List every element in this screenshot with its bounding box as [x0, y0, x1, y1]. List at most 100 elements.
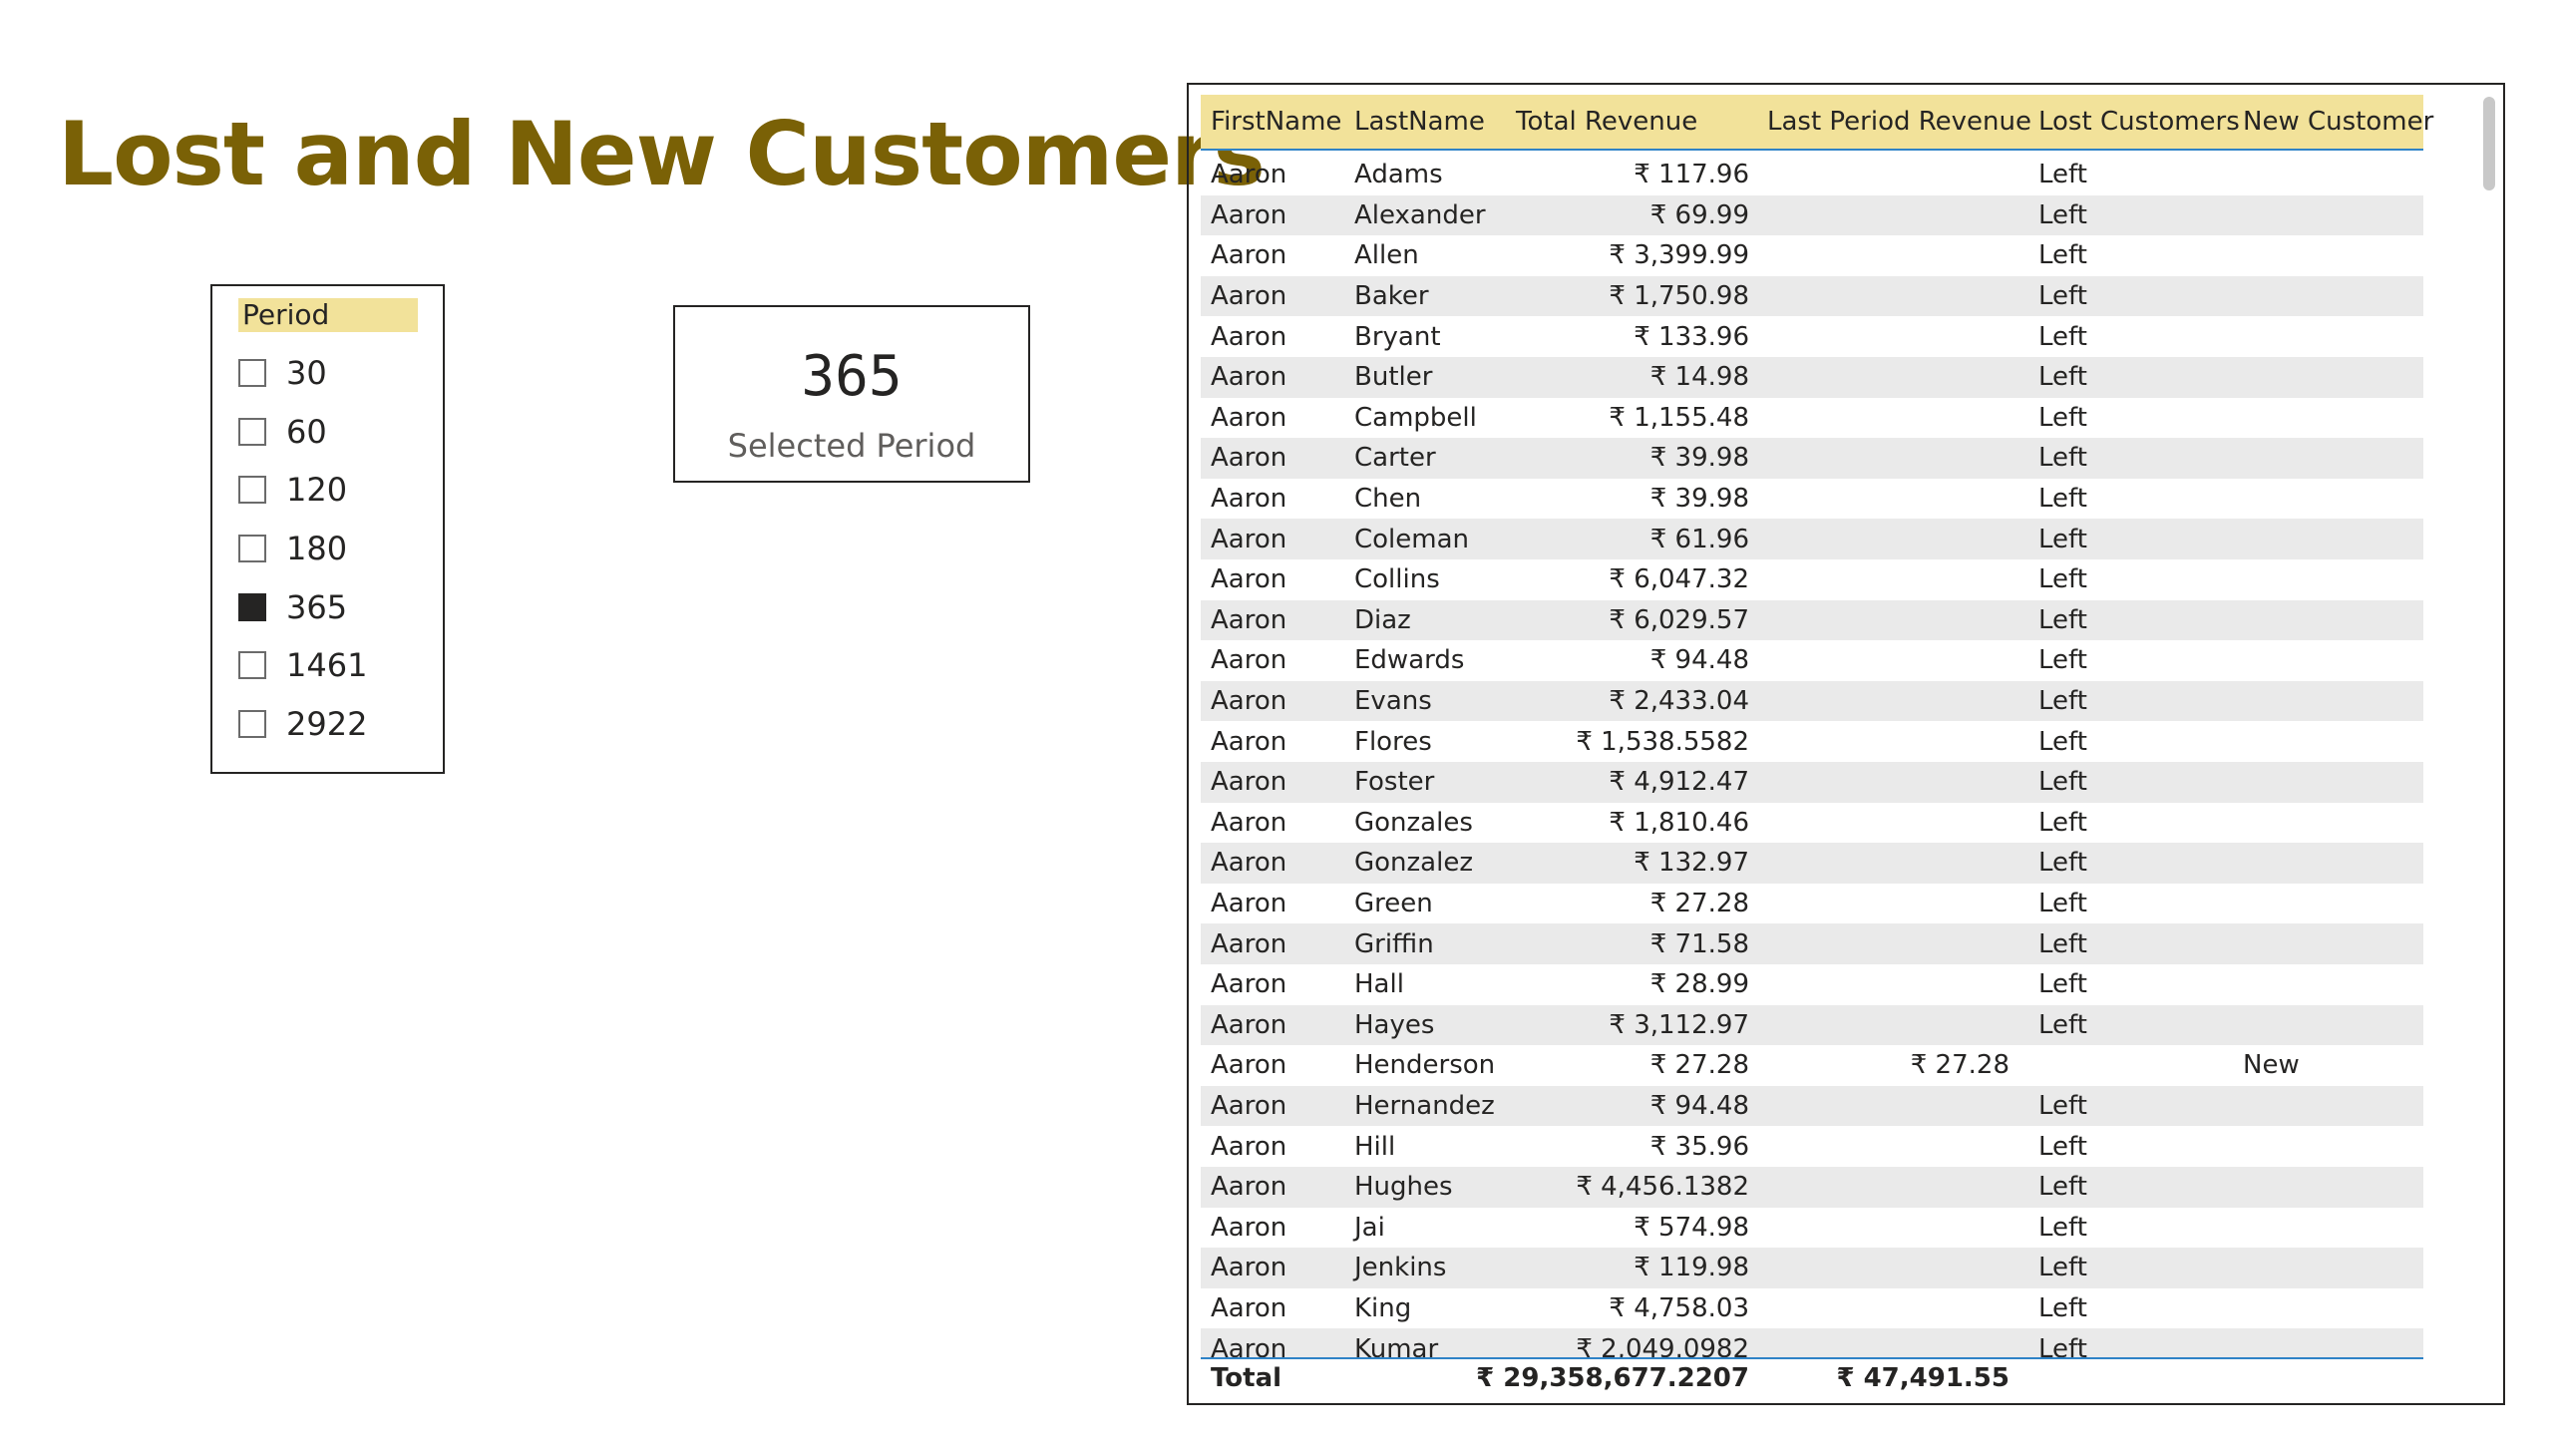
cell-lost-customers: Left [2038, 402, 2087, 433]
column-header-new-customer[interactable]: New Customer [2243, 95, 2433, 149]
cell-total-revenue: ₹ 119.98 [1634, 1253, 1749, 1283]
table-row[interactable]: Aaron Adams ₹ 117.96 Left [1201, 155, 2423, 195]
cell-lastname: Diaz [1354, 604, 1411, 635]
checkbox[interactable] [238, 709, 266, 738]
table-row[interactable]: Aaron Hughes ₹ 4,456.1382 Left [1201, 1167, 2423, 1208]
table-row[interactable]: Aaron Jenkins ₹ 119.98 Left [1201, 1248, 2423, 1288]
slicer-item-365[interactable]: 365 [238, 577, 367, 636]
checkbox[interactable] [238, 417, 266, 446]
cell-new-customer: New [2243, 1050, 2300, 1081]
cell-firstname: Aaron [1211, 889, 1287, 919]
checkbox[interactable] [238, 592, 266, 621]
table-row[interactable]: Aaron Foster ₹ 4,912.47 Left [1201, 762, 2423, 803]
cell-total-revenue: ₹ 39.98 [1649, 484, 1749, 515]
table-row[interactable]: Aaron Flores ₹ 1,538.5582 Left [1201, 721, 2423, 762]
cell-firstname: Aaron [1211, 807, 1287, 838]
slicer-item-60[interactable]: 60 [238, 403, 367, 462]
page-title: Lost and New Customers [58, 103, 1266, 205]
cell-total-revenue: ₹ 69.99 [1649, 199, 1749, 230]
cell-lastname: Campbell [1354, 402, 1477, 433]
scrollbar-thumb[interactable] [2483, 97, 2495, 190]
slicer-item-180[interactable]: 180 [238, 520, 367, 578]
table-row[interactable]: Aaron Campbell ₹ 1,155.48 Left [1201, 398, 2423, 439]
slicer-list: 30 60 120 180 365 1461 2922 [238, 344, 367, 753]
cell-lastname: Hayes [1354, 1009, 1435, 1040]
table-row[interactable]: Aaron Gonzales ₹ 1,810.46 Left [1201, 803, 2423, 844]
cell-total-revenue: ₹ 27.28 [1649, 1050, 1749, 1081]
slicer-item-30[interactable]: 30 [238, 344, 367, 403]
cell-total-revenue: ₹ 4,758.03 [1609, 1293, 1749, 1324]
table-row[interactable]: Aaron Alexander ₹ 69.99 Left [1201, 194, 2423, 236]
cell-total-revenue: ₹ 61.96 [1649, 524, 1749, 554]
column-header-lastname[interactable]: LastName [1354, 95, 1485, 149]
table-row[interactable]: Aaron Butler ₹ 14.98 Left [1201, 357, 2423, 398]
table-row[interactable]: Aaron Edwards ₹ 94.48 Left [1201, 640, 2423, 681]
table-row[interactable]: Aaron Hill ₹ 35.96 Left [1201, 1126, 2423, 1167]
table-row[interactable]: Aaron Green ₹ 27.28 Left [1201, 884, 2423, 924]
cell-lastname: Henderson [1354, 1050, 1496, 1081]
cell-firstname: Aaron [1211, 969, 1287, 1000]
table-row[interactable]: Aaron Coleman ₹ 61.96 Left [1201, 519, 2423, 559]
cell-lastname: Griffin [1354, 928, 1434, 959]
cell-total-revenue: ₹ 27.28 [1649, 889, 1749, 919]
cell-firstname: Aaron [1211, 1253, 1287, 1283]
cell-total-revenue: ₹ 39.98 [1649, 443, 1749, 474]
cell-total-revenue: ₹ 2,433.04 [1609, 686, 1749, 717]
checkbox[interactable] [238, 535, 266, 563]
column-header-total-revenue[interactable]: Total Revenue [1516, 95, 1697, 149]
cell-lost-customers: Left [2038, 160, 2087, 190]
cell-total-revenue: ₹ 1,155.48 [1609, 402, 1749, 433]
last-period-revenue-sum: ₹ 47,491.55 [1836, 1363, 2009, 1393]
table-row[interactable]: Aaron Hall ₹ 28.99 Left [1201, 964, 2423, 1005]
card-value: 365 [801, 344, 903, 409]
table-row[interactable]: Aaron Jai ₹ 574.98 Left [1201, 1208, 2423, 1249]
slicer-item-1461[interactable]: 1461 [238, 636, 367, 695]
checkbox[interactable] [238, 476, 266, 505]
cell-total-revenue: ₹ 94.48 [1649, 645, 1749, 676]
period-slicer: Period 30 60 120 180 365 1461 2922 [210, 284, 445, 774]
cell-total-revenue: ₹ 574.98 [1634, 1212, 1749, 1243]
cell-lost-customers: Left [2038, 240, 2087, 271]
cell-lastname: Jai [1354, 1212, 1385, 1243]
cell-firstname: Aaron [1211, 484, 1287, 515]
table-row[interactable]: Aaron Chen ₹ 39.98 Left [1201, 479, 2423, 520]
cell-firstname: Aaron [1211, 564, 1287, 595]
checkbox[interactable] [238, 359, 266, 388]
vertical-scrollbar[interactable] [2483, 97, 2495, 1353]
column-header-last-period-revenue[interactable]: Last Period Revenue [1767, 95, 2031, 149]
cell-lost-customers: Left [2038, 362, 2087, 393]
table-row[interactable]: Aaron Gonzalez ₹ 132.97 Left [1201, 843, 2423, 884]
cell-lost-customers: Left [2038, 928, 2087, 959]
table-row[interactable]: Aaron Hernandez ₹ 94.48 Left [1201, 1085, 2423, 1127]
slicer-item-2922[interactable]: 2922 [238, 695, 367, 754]
slicer-item-label: 30 [286, 354, 327, 393]
table-row[interactable]: Aaron Collins ₹ 6,047.32 Left [1201, 559, 2423, 600]
table-row[interactable]: Aaron Griffin ₹ 71.58 Left [1201, 923, 2423, 964]
table-row[interactable]: Aaron Bryant ₹ 133.96 Left [1201, 316, 2423, 357]
table-row[interactable]: Aaron King ₹ 4,758.03 Left [1201, 1288, 2423, 1329]
cell-lost-customers: Left [2038, 848, 2087, 879]
cell-total-revenue: ₹ 6,047.32 [1609, 564, 1749, 595]
cell-total-revenue: ₹ 132.97 [1634, 848, 1749, 879]
cell-lastname: Allen [1354, 240, 1419, 271]
table-row[interactable]: Aaron Allen ₹ 3,399.99 Left [1201, 235, 2423, 276]
table-row[interactable]: Aaron Evans ₹ 2,433.04 Left [1201, 680, 2423, 722]
table-row[interactable]: Aaron Diaz ₹ 6,029.57 Left [1201, 599, 2423, 641]
cell-lastname: Baker [1354, 281, 1429, 312]
slicer-item-120[interactable]: 120 [238, 461, 367, 520]
column-header-lost-customers[interactable]: Lost Customers [2038, 95, 2240, 149]
cell-lost-customers: Left [2038, 1212, 2087, 1243]
cell-firstname: Aaron [1211, 402, 1287, 433]
table-row[interactable]: Aaron Carter ₹ 39.98 Left [1201, 438, 2423, 479]
cell-total-revenue: ₹ 117.96 [1634, 160, 1749, 190]
checkbox[interactable] [238, 651, 266, 680]
slicer-item-label: 1461 [286, 646, 368, 685]
cell-lost-customers: Left [2038, 1293, 2087, 1324]
table-row[interactable]: Aaron Baker ₹ 1,750.98 Left [1201, 275, 2423, 317]
table-row[interactable]: Aaron Hayes ₹ 3,112.97 Left [1201, 1004, 2423, 1046]
table-row[interactable]: Aaron Henderson ₹ 27.28 ₹ 27.28 New [1201, 1045, 2423, 1086]
cell-lastname: Green [1354, 889, 1433, 919]
column-header-firstname[interactable]: FirstName [1211, 95, 1341, 149]
slicer-item-label: 2922 [286, 704, 368, 743]
cell-firstname: Aaron [1211, 199, 1287, 230]
